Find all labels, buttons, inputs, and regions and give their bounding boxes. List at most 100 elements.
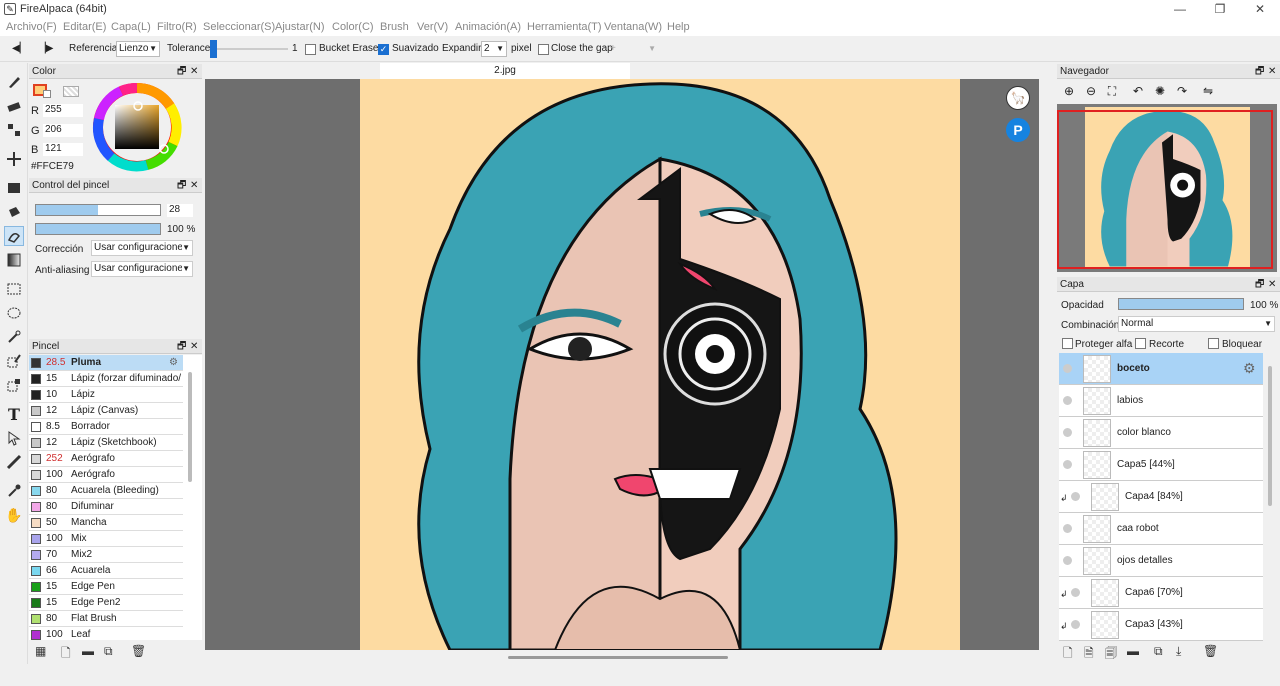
brush-item[interactable]: 80 Acuarela (Bleeding) <box>29 483 183 499</box>
layer-opacity-slider[interactable] <box>1118 298 1244 310</box>
close-panel-icon[interactable]: ✕ <box>1268 64 1276 79</box>
brush-item[interactable]: 100 Mix <box>29 531 183 547</box>
navigator-viewport-frame[interactable] <box>1057 110 1273 269</box>
visibility-toggle-icon[interactable] <box>1063 396 1072 405</box>
gear-icon[interactable]: ⚙ <box>169 355 178 370</box>
brush-item[interactable]: 80 Difuminar <box>29 499 183 515</box>
canvas-horizontal-scrollbar[interactable] <box>205 650 1039 664</box>
move-tool-icon[interactable] <box>4 149 24 169</box>
tolerance-slider-thumb[interactable] <box>210 40 217 58</box>
flip-horizontal-icon[interactable]: ⇋ <box>1200 84 1216 100</box>
brush-item[interactable]: 66 Acuarela <box>29 563 183 579</box>
brush-tool-icon[interactable] <box>4 72 24 92</box>
new-brush-icon[interactable]: 🗋 <box>61 644 71 665</box>
close-button[interactable]: ✕ <box>1240 0 1280 18</box>
close-panel-icon[interactable]: ✕ <box>190 64 198 79</box>
rotate-left-icon[interactable]: ↶ <box>1130 84 1146 100</box>
zoom-in-icon[interactable]: ⊕ <box>1061 84 1077 100</box>
layer-row[interactable]: labios <box>1059 385 1263 417</box>
brush-item[interactable]: 28.5 Pluma ⚙ <box>29 355 183 371</box>
minimize-button[interactable]: — <box>1160 0 1200 18</box>
sub-color-swatch[interactable] <box>43 90 51 98</box>
layer-list-scrollbar[interactable] <box>1268 366 1272 506</box>
fill-rect-tool-icon[interactable] <box>4 178 24 198</box>
brush-item[interactable]: 12 Lápiz (Canvas) <box>29 403 183 419</box>
menu-archivo[interactable]: Archivo(F) <box>6 21 57 33</box>
divide-tool-icon[interactable] <box>4 452 24 472</box>
close-panel-icon[interactable]: ✕ <box>190 178 198 193</box>
maximize-button[interactable]: ❐ <box>1200 0 1240 18</box>
layer-row[interactable]: boceto ⚙ <box>1059 353 1263 385</box>
visibility-toggle-icon[interactable] <box>1063 524 1072 533</box>
close-panel-icon[interactable]: ✕ <box>190 339 198 354</box>
bucket-tool-icon[interactable] <box>4 202 24 222</box>
brush-size-slider[interactable] <box>35 204 161 216</box>
layer-row[interactable]: color blanco <box>1059 417 1263 449</box>
hex-value[interactable]: #FFCE79 <box>31 161 74 172</box>
brush-opacity-slider[interactable] <box>35 223 161 235</box>
duplicate-brush-icon[interactable]: ⧉ <box>104 644 113 659</box>
magic-wand-tool-icon[interactable] <box>4 327 24 347</box>
visibility-toggle-icon[interactable] <box>1071 588 1080 597</box>
menu-herramienta[interactable]: Herramienta(T) <box>527 21 602 33</box>
scrollbar-thumb[interactable] <box>508 656 728 659</box>
menu-help[interactable]: Help <box>667 21 690 33</box>
brush-list-scrollbar[interactable] <box>188 372 192 482</box>
duplicate-layer-icon[interactable]: ⧉ <box>1154 644 1163 659</box>
brush-item[interactable]: 70 Mix2 <box>29 547 183 563</box>
brush-item[interactable]: 15 Edge Pen2 <box>29 595 183 611</box>
eyedropper-tool-icon[interactable] <box>4 481 24 501</box>
float-panel-icon[interactable]: 🗗 <box>177 64 186 79</box>
gradient-tool-icon[interactable] <box>4 250 24 270</box>
gear-icon[interactable]: ⚙ <box>1243 360 1256 377</box>
new-8bit-layer-icon[interactable]: 🗎 <box>1084 644 1094 665</box>
menu-editar[interactable]: Editar(E) <box>63 21 106 33</box>
b-input[interactable]: 121 <box>43 143 83 156</box>
dot-tool-icon[interactable] <box>4 120 24 140</box>
visibility-toggle-icon[interactable] <box>1063 364 1072 373</box>
transparent-color-swatch[interactable] <box>63 86 79 97</box>
g-input[interactable]: 206 <box>43 124 83 137</box>
expandir-select[interactable]: 2 ▼ <box>481 41 507 57</box>
float-panel-icon[interactable]: 🗗 <box>1255 277 1264 292</box>
delete-layer-icon[interactable]: 🗑 <box>1203 644 1218 658</box>
brush-item[interactable]: 100 Leaf <box>29 627 183 640</box>
navigator-preview[interactable] <box>1057 104 1277 272</box>
brush-item[interactable]: 8.5 Borrador <box>29 419 183 435</box>
float-panel-icon[interactable]: 🗗 <box>177 339 186 354</box>
layer-row[interactable]: ↲ Capa3 [43%] <box>1059 609 1263 641</box>
antialias-select[interactable]: Usar configuraciones ▼ <box>91 261 193 277</box>
alpaca-icon[interactable]: 🦙 <box>1006 86 1030 110</box>
clipping-checkbox[interactable] <box>1135 338 1146 349</box>
layer-row[interactable]: ↲ Capa6 [70%] <box>1059 577 1263 609</box>
color-wheel[interactable] <box>91 81 183 173</box>
float-panel-icon[interactable]: 🗗 <box>177 178 186 193</box>
protect-alpha-checkbox[interactable] <box>1062 338 1073 349</box>
visibility-toggle-icon[interactable] <box>1063 556 1072 565</box>
brush-item[interactable]: 15 Lápiz (forzar difuminado/a <box>29 371 183 387</box>
brush-item[interactable]: 80 Flat Brush <box>29 611 183 627</box>
brush-item[interactable]: 12 Lápiz (Sketchbook) <box>29 435 183 451</box>
brush-size-value[interactable]: 28 <box>167 204 193 217</box>
layer-row[interactable]: caa robot <box>1059 513 1263 545</box>
correccion-select[interactable]: Usar configuraciones ▼ <box>91 240 193 256</box>
brush-item[interactable]: 10 Lápiz <box>29 387 183 403</box>
operation-tool-icon[interactable] <box>4 428 24 448</box>
reference-select[interactable]: Lienzo ▼ <box>116 41 160 57</box>
text-tool-icon[interactable]: T <box>4 404 24 424</box>
folder-icon[interactable]: ▬ <box>1127 644 1139 658</box>
reset-rotation-icon[interactable]: ✺ <box>1152 84 1168 100</box>
visibility-toggle-icon[interactable] <box>1063 460 1072 469</box>
rotate-right-icon[interactable]: ↷ <box>1174 84 1190 100</box>
folder-icon[interactable]: ▬ <box>82 644 94 658</box>
menu-color[interactable]: Color(C) <box>332 21 374 33</box>
visibility-toggle-icon[interactable] <box>1063 428 1072 437</box>
select-pen-tool-icon[interactable] <box>4 351 24 371</box>
gap-select[interactable]: + ▼ <box>610 41 660 57</box>
visibility-toggle-icon[interactable] <box>1071 620 1080 629</box>
lasso-select-tool-icon[interactable] <box>4 303 24 323</box>
float-panel-icon[interactable]: 🗗 <box>1255 64 1264 79</box>
r-input[interactable]: 255 <box>43 104 83 117</box>
lasso-fill-tool-icon[interactable] <box>4 226 24 246</box>
menu-ventana[interactable]: Ventana(W) <box>604 21 662 33</box>
